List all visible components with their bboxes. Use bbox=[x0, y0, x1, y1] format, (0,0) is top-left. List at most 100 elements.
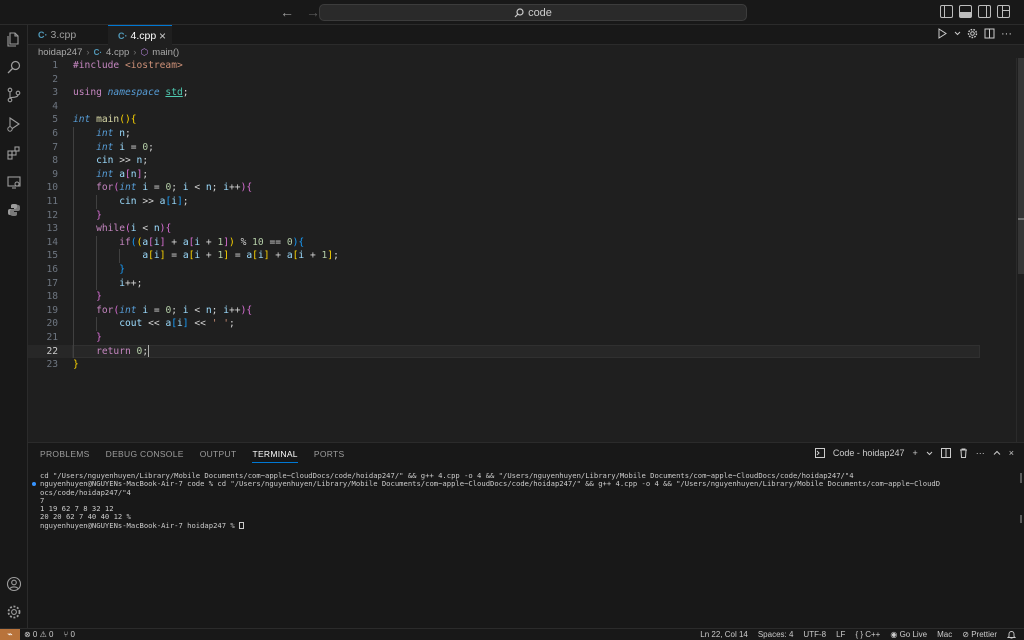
chevron-down-icon[interactable] bbox=[954, 28, 961, 39]
code-line[interactable]: 2 bbox=[28, 73, 980, 87]
breadcrumb-symbol[interactable]: main() bbox=[152, 47, 179, 58]
code-line[interactable]: 14 if((a[i] + a[i + 1]) % 10 == 0){ bbox=[28, 235, 980, 250]
code-editor[interactable]: 1 #include <iostream> 2 3 using namespace st… bbox=[28, 58, 1016, 442]
remote-explorer-icon[interactable] bbox=[6, 174, 22, 190]
tab-4-cpp[interactable]: C· 4.cpp × bbox=[108, 25, 172, 45]
editor-tab-bar: C· 3.cpp C· 4.cpp × ··· bbox=[28, 25, 1024, 45]
code-line[interactable]: 9 int a[n]; bbox=[28, 167, 980, 182]
indentation[interactable]: Spaces: 4 bbox=[758, 630, 794, 640]
code-line[interactable]: 3 using namespace std; bbox=[28, 86, 980, 100]
errors-warnings[interactable]: ⊗ 0 ⚠ 0 bbox=[24, 630, 53, 639]
chevron-up-icon[interactable] bbox=[993, 449, 1001, 457]
panel-tab-terminal[interactable]: TERMINAL bbox=[252, 449, 298, 463]
code-line[interactable]: 19 for(int i = 0; i < n; i++){ bbox=[28, 303, 980, 318]
indent-guide bbox=[73, 276, 74, 291]
indent-guide bbox=[96, 235, 98, 250]
code-line[interactable]: 17 i++; bbox=[28, 276, 980, 291]
notifications-bell-icon[interactable] bbox=[1006, 630, 1017, 640]
cpp-file-icon: C· bbox=[93, 47, 103, 57]
breadcrumb-folder[interactable]: hoidap247 bbox=[38, 47, 82, 58]
split-terminal-icon[interactable] bbox=[940, 448, 951, 458]
code-line[interactable]: 6 int n; bbox=[28, 127, 980, 141]
new-terminal-icon[interactable]: + bbox=[912, 448, 917, 458]
split-editor-icon[interactable] bbox=[984, 28, 995, 39]
trash-icon[interactable] bbox=[959, 448, 968, 458]
code-token: ; bbox=[171, 182, 183, 194]
extensions-icon[interactable] bbox=[6, 145, 22, 161]
prettier-button[interactable]: ⊘ Prettier bbox=[962, 630, 997, 640]
language-mode[interactable]: { } C++ bbox=[855, 630, 880, 640]
close-panel-icon[interactable]: × bbox=[1009, 448, 1014, 458]
code-line[interactable]: 13 while(i < n){ bbox=[28, 222, 980, 236]
breadcrumb-file[interactable]: 4.cpp bbox=[106, 47, 129, 58]
end-of-line[interactable]: LF bbox=[836, 630, 845, 640]
encoding[interactable]: UTF-8 bbox=[803, 630, 826, 640]
go-live-label: Go Live bbox=[899, 630, 928, 639]
code-token: std bbox=[165, 87, 183, 99]
terminal-line: 1 19 62 7 8 32 12 bbox=[40, 505, 1020, 513]
code-line[interactable]: 7 int i = 0; bbox=[28, 140, 980, 155]
toggle-secondary-sidebar-icon[interactable] bbox=[978, 5, 991, 18]
more-actions-icon[interactable]: ··· bbox=[1001, 28, 1012, 40]
terminal-output[interactable]: cd "/Users/nguyenhuyen/Library/Mobile Do… bbox=[32, 471, 1020, 530]
ports-count[interactable]: ⑂ 0 bbox=[63, 630, 74, 639]
command-center-label: code bbox=[528, 6, 552, 19]
panel-tab-output[interactable]: OUTPUT bbox=[200, 449, 237, 463]
code-line[interactable]: 11 cin >> a[i]; bbox=[28, 195, 980, 209]
code-line[interactable]: 8 cin >> n; bbox=[28, 154, 980, 168]
code-line[interactable]: 5 int main(){ bbox=[28, 113, 980, 127]
indent-guide bbox=[96, 263, 98, 277]
command-status-dot-icon[interactable] bbox=[32, 482, 36, 487]
python-icon[interactable] bbox=[6, 202, 22, 218]
run-debug-icon[interactable] bbox=[6, 116, 22, 132]
close-tab-icon[interactable]: × bbox=[159, 29, 166, 43]
chevron-down-icon[interactable] bbox=[926, 449, 933, 458]
code-line[interactable]: 16} bbox=[28, 263, 980, 277]
tab-3-cpp[interactable]: C· 3.cpp bbox=[28, 25, 104, 45]
code-token: ; bbox=[333, 250, 339, 262]
line-number: 1 bbox=[52, 60, 58, 71]
back-arrow-icon[interactable]: ← bbox=[278, 4, 296, 20]
indent-guide bbox=[73, 249, 74, 263]
editor-scrollbar[interactable] bbox=[1016, 58, 1024, 442]
code-line[interactable]: 1 #include <iostream> bbox=[28, 59, 980, 73]
cursor-position[interactable]: Ln 22, Col 14 bbox=[700, 630, 748, 640]
code-line[interactable]: 10 for(int i = 0; i < n; i++){ bbox=[28, 181, 980, 195]
code-line[interactable]: 4 bbox=[28, 100, 980, 114]
go-live-button[interactable]: ◉ Go Live bbox=[890, 630, 927, 640]
gear-icon[interactable] bbox=[967, 28, 978, 39]
terminal-name[interactable]: Code - hoidap247 bbox=[833, 448, 905, 458]
code-line[interactable]: 22 return 0; bbox=[28, 344, 980, 359]
toggle-primary-sidebar-icon[interactable] bbox=[940, 5, 953, 18]
run-file-icon[interactable] bbox=[937, 28, 948, 39]
source-control-icon[interactable] bbox=[6, 87, 22, 103]
remote-indicator[interactable]: ⌁ bbox=[0, 629, 20, 640]
panel-tab-debug-console[interactable]: DEBUG CONSOLE bbox=[106, 449, 184, 463]
code-line[interactable]: 21} bbox=[28, 331, 980, 345]
settings-gear-icon[interactable] bbox=[6, 604, 22, 620]
panel-tabs: PROBLEMS DEBUG CONSOLE OUTPUT TERMINAL PORTS bbox=[40, 449, 344, 463]
terminal-scrollbar[interactable] bbox=[1020, 473, 1022, 523]
panel-actions: Code - hoidap247 + ··· × bbox=[814, 448, 1014, 458]
explorer-icon[interactable] bbox=[6, 31, 22, 47]
indent-guide bbox=[73, 317, 74, 331]
code-line[interactable]: 23} bbox=[28, 358, 980, 372]
platform[interactable]: Mac bbox=[937, 630, 952, 640]
account-icon[interactable] bbox=[6, 576, 22, 592]
scrollbar-thumb[interactable] bbox=[1018, 58, 1024, 274]
panel-tab-problems[interactable]: PROBLEMS bbox=[40, 449, 90, 463]
command-center-search[interactable]: code bbox=[319, 4, 747, 21]
code-line[interactable]: 18} bbox=[28, 290, 980, 304]
panel-tab-ports[interactable]: PORTS bbox=[314, 449, 345, 463]
code-line[interactable]: 20 cout << a[i] << ' '; bbox=[28, 317, 980, 331]
line-number: 23 bbox=[46, 359, 58, 371]
indent-guide bbox=[73, 235, 74, 250]
toggle-panel-icon[interactable] bbox=[959, 5, 972, 18]
code-token: >> bbox=[136, 196, 160, 207]
code-line[interactable]: 12} bbox=[28, 208, 980, 223]
code-line[interactable]: 15 a[i] = a[i + 1] = a[i] + a[i + 1]; bbox=[28, 249, 980, 263]
customize-layout-icon[interactable] bbox=[997, 5, 1010, 18]
more-actions-icon[interactable]: ··· bbox=[976, 448, 985, 458]
code-token: ; bbox=[171, 304, 183, 316]
search-icon[interactable] bbox=[6, 59, 22, 75]
